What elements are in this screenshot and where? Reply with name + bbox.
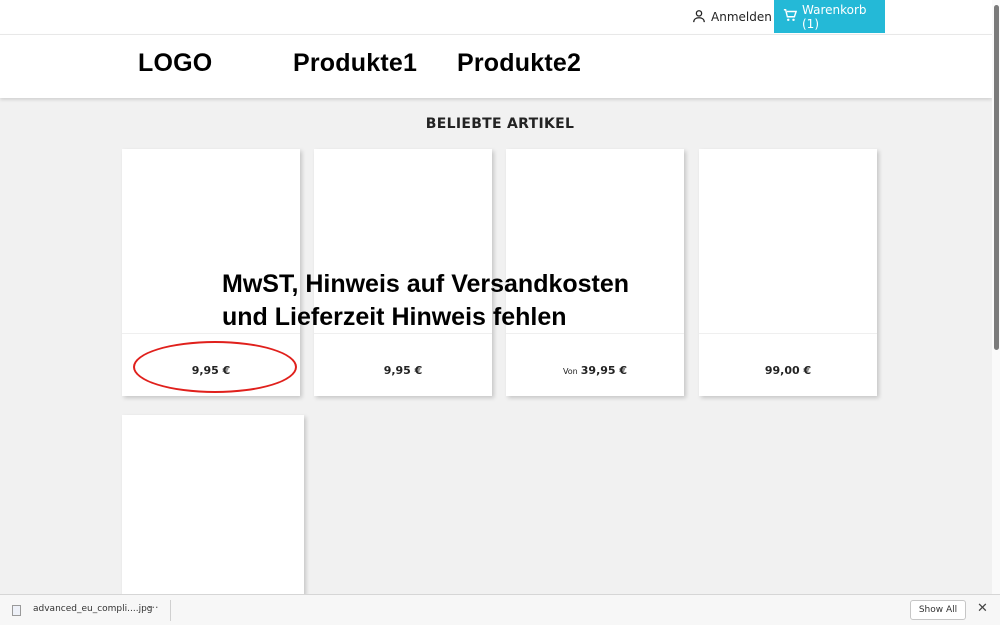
login-link[interactable]: Anmelden	[692, 0, 772, 34]
product-card[interactable]: 99,00 €	[699, 149, 877, 396]
annotation-line-1: MwST, Hinweis auf Versandkosten	[222, 270, 630, 298]
download-bar: advanced_eu_compli....jpg ··· Show All ✕	[0, 594, 1000, 625]
download-file-name[interactable]: advanced_eu_compli....jpg	[33, 604, 153, 614]
product-image[interactable]	[699, 149, 877, 333]
shopping-cart-icon	[783, 8, 798, 25]
top-utility-bar: Anmelden Warenkorb (1)	[0, 0, 992, 34]
file-icon	[12, 605, 21, 616]
scrollbar[interactable]	[992, 0, 1000, 594]
product-price: Von 39,95 €	[562, 364, 628, 377]
annotation-text: MwST, Hinweis auf Versandkosten und Lief…	[222, 268, 629, 334]
highlight-ellipse	[133, 341, 297, 393]
cart-button[interactable]: Warenkorb (1)	[774, 0, 885, 33]
more-options-button[interactable]: ···	[148, 601, 159, 614]
divider	[699, 333, 877, 334]
scrollbar-thumb[interactable]	[994, 5, 999, 350]
logo[interactable]: LOGO	[138, 49, 212, 78]
nav-item-produkte2[interactable]: Produkte2	[457, 49, 581, 78]
close-icon[interactable]: ✕	[977, 601, 988, 616]
show-all-button[interactable]: Show All	[910, 600, 966, 620]
site-header: LOGO Produkte1 Produkte2	[0, 34, 992, 98]
divider	[170, 600, 171, 621]
user-icon	[692, 9, 706, 26]
nav-item-produkte1[interactable]: Produkte1	[293, 49, 417, 78]
product-price: 99,00 €	[764, 364, 812, 377]
product-card[interactable]	[122, 415, 304, 595]
cart-label: Warenkorb (1)	[802, 2, 867, 31]
product-price: 9,95 €	[383, 364, 423, 377]
login-label: Anmelden	[711, 10, 772, 24]
price-prefix: Von	[562, 367, 578, 376]
section-title: BELIEBTE ARTIKEL	[425, 116, 575, 132]
product-image[interactable]	[122, 415, 304, 595]
annotation-line-2: und Lieferzeit Hinweis fehlen	[222, 303, 567, 331]
